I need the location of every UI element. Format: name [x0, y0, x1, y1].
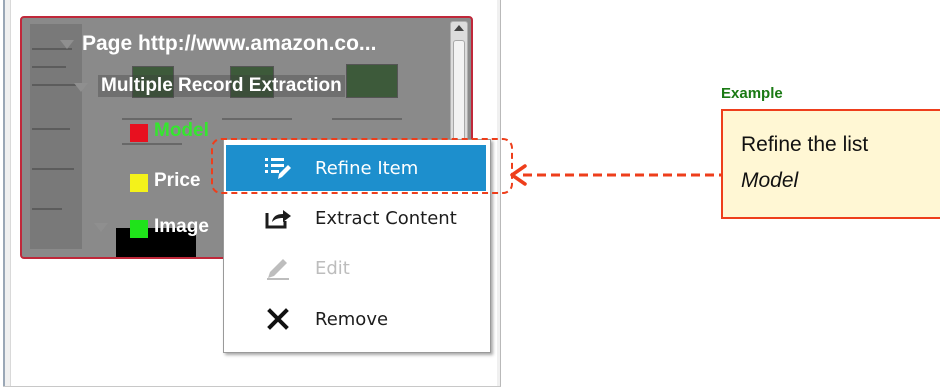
expand-caret-icon[interactable]: [94, 223, 108, 232]
price-color-swatch: [130, 174, 148, 192]
model-color-swatch: [130, 124, 148, 142]
scroll-up-arrow-icon[interactable]: [454, 25, 464, 31]
model-field-label[interactable]: Model: [154, 120, 209, 142]
example-label: Example: [721, 85, 783, 102]
share-arrow-icon: [265, 210, 291, 229]
menu-item-label: Edit: [315, 258, 350, 279]
menu-item-remove[interactable]: Remove: [226, 296, 486, 342]
menu-item-extract-content[interactable]: Extract Content: [226, 195, 486, 241]
image-field-label[interactable]: Image: [154, 216, 209, 238]
image-color-swatch: [130, 220, 148, 238]
annotation-arrow-icon: [510, 164, 721, 186]
expand-caret-icon[interactable]: [60, 40, 74, 49]
annotation-callout: Refine the list Model: [721, 109, 940, 219]
multi-record-node-label[interactable]: Multiple Record Extraction: [98, 75, 345, 97]
expand-caret-icon[interactable]: [74, 83, 88, 92]
menu-item-label: Remove: [315, 309, 389, 330]
highlight-dashed-frame: [211, 138, 513, 194]
callout-line-2: Model: [741, 169, 799, 192]
pencil-icon: [267, 259, 289, 280]
page-node-label[interactable]: Page http://www.amazon.co...: [82, 32, 376, 56]
menu-item-edit[interactable]: Edit: [226, 245, 486, 291]
callout-line-1: Refine the list: [741, 133, 869, 156]
menu-item-label: Extract Content: [315, 208, 457, 229]
close-x-icon: [267, 308, 289, 330]
price-field-label[interactable]: Price: [154, 170, 200, 192]
